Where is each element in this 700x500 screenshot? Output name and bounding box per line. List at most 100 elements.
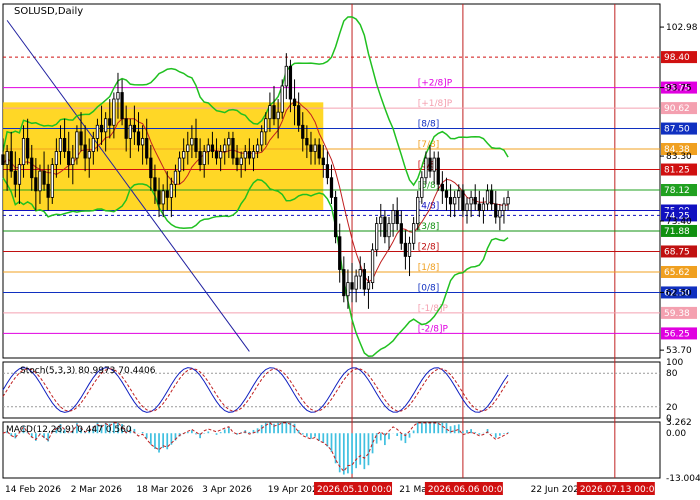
price-tick-label-1: 93.75 (666, 84, 692, 94)
candle-body-120 (494, 203, 498, 218)
murrey-label-11: [-1/8]P (418, 304, 449, 314)
trading-chart: [+2/8]P 93.75[+1/8]P 90.62[8/8] 87.50[7/8] 8… (0, 0, 700, 500)
candle-body-46 (190, 137, 194, 146)
macd-label: MACD(12,26,9) 0.447 0.560 (6, 425, 132, 435)
price-tag-9: 65.62 (664, 268, 690, 278)
candle-body-117 (481, 203, 486, 211)
candle-body-10 (42, 170, 46, 185)
candle-body-33 (136, 131, 141, 146)
candle-body-87 (358, 269, 362, 277)
candle-body-62 (255, 144, 260, 152)
candle-body-118 (485, 190, 490, 205)
candle-body-78 (321, 157, 325, 166)
stochastic-label: Stoch(5,3,3) 80.9973 70.4406 (20, 366, 156, 376)
candle-body-72 (297, 105, 301, 126)
candle-body-51 (210, 144, 215, 152)
candle-body-47 (194, 137, 198, 152)
candle-body-69 (284, 65, 288, 87)
candle-body-39 (161, 190, 165, 205)
candle-body-21 (87, 151, 91, 159)
candle-body-28 (116, 92, 120, 100)
murrey-label-8: [2/8] (418, 242, 440, 252)
candle-body-61 (251, 151, 256, 159)
candle-body-119 (490, 190, 494, 205)
murrey-label-12: [-2/8]P (418, 324, 449, 334)
price-tag-11: 59.38 (664, 309, 690, 319)
price-tick-label-3: 73.40 (666, 217, 692, 227)
candle-body-57 (235, 157, 239, 166)
candle-body-103 (424, 157, 428, 179)
candle-body-36 (149, 157, 153, 179)
candle-body-54 (223, 144, 227, 152)
candle-body-88 (362, 269, 366, 290)
candle-body-56 (231, 137, 235, 159)
candle-body-73 (301, 124, 305, 139)
candle-body-49 (202, 151, 206, 166)
price-tick-label-4: 62.50 (666, 288, 692, 298)
candle-body-108 (444, 190, 449, 198)
candle-body-86 (354, 275, 358, 290)
x-label-3: 3 Apr 2026 (202, 485, 252, 495)
candle-body-32 (132, 124, 137, 133)
candle-body-111 (457, 190, 461, 198)
candle-body-97 (399, 223, 403, 244)
candle-body-59 (243, 151, 247, 159)
candle-body-79 (325, 164, 330, 179)
candle-body-9 (38, 170, 42, 192)
candle-body-92 (379, 216, 383, 225)
candle-body-12 (50, 164, 54, 198)
candle-body-104 (428, 157, 432, 172)
price-tick-label-2: 83.30 (666, 152, 692, 162)
candle-body-55 (227, 137, 231, 146)
candle-body-67 (276, 111, 280, 120)
candle-body-123 (506, 196, 510, 205)
candle-body-89 (366, 282, 371, 290)
candle-body-43 (177, 157, 182, 172)
candle-body-52 (214, 151, 219, 159)
price-tick-label-0: 102.98 (666, 23, 698, 33)
candle-body-24 (99, 124, 104, 133)
candle-body-58 (239, 157, 243, 166)
candle-body-30 (124, 118, 128, 139)
candle-body-99 (407, 242, 412, 257)
candle-body-95 (391, 210, 395, 225)
x-label-5: 21 Ma (399, 485, 427, 495)
candle-body-23 (95, 124, 100, 139)
murrey-label-0: [+2/8]P (418, 79, 453, 89)
candle-body-101 (416, 196, 420, 225)
candle-body-90 (370, 249, 375, 284)
candle-body-91 (375, 223, 379, 251)
stoch-tick-1: 80 (666, 369, 678, 379)
candle-body-22 (91, 137, 95, 152)
candle-body-112 (461, 190, 465, 211)
candle-body-114 (469, 196, 473, 205)
candle-body-45 (186, 144, 190, 152)
candle-body-17 (71, 157, 75, 166)
stoch-tick-2: 20 (666, 403, 678, 413)
price-tag-8: 68.75 (664, 247, 690, 257)
x-label-2: 18 Mar 2026 (136, 485, 193, 495)
candle-body-48 (198, 151, 202, 166)
candle-body-35 (145, 137, 149, 159)
event-date-0: 2026.05.10 00:00 (317, 485, 398, 495)
candle-body-70 (288, 65, 293, 100)
candle-body-102 (420, 177, 424, 198)
symbol-label: SOLUSD,Daily (14, 6, 83, 17)
candle-body-53 (218, 151, 223, 159)
murrey-label-2: [8/8] (418, 120, 440, 130)
price-tag-4: 81.25 (664, 166, 690, 176)
candle-body-71 (292, 98, 297, 107)
candle-body-6 (26, 137, 30, 159)
candle-body-74 (305, 137, 309, 146)
price-tag-12: 56.25 (664, 329, 690, 339)
candle-body-26 (108, 118, 112, 126)
candle-body-122 (502, 203, 506, 211)
candle-body-3 (13, 170, 17, 185)
candle-body-68 (280, 85, 284, 113)
candle-body-115 (473, 196, 477, 205)
murrey-label-6: [4/8] (418, 202, 440, 212)
price-tag-2: 87.50 (664, 125, 690, 135)
candle-body-60 (247, 151, 252, 159)
candle-body-116 (477, 203, 481, 211)
candle-body-0 (1, 154, 5, 166)
